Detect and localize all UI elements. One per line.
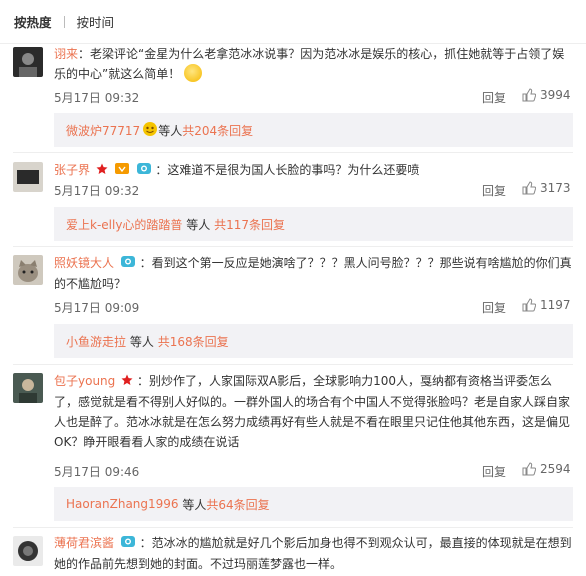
like-count: 2594 [540, 462, 571, 476]
divider [13, 364, 573, 365]
sort-by-time-tab[interactable]: 按时间 [77, 12, 115, 31]
thumbs-up-icon [522, 88, 536, 102]
reply-username[interactable]: 小鱼游走拉 [66, 333, 126, 350]
thumbs-up-icon [522, 181, 536, 195]
vip-badge-icon [114, 161, 130, 181]
comment-body: ：这难道不是很为国人长脸的事吗？为什么还要喷 [155, 163, 420, 177]
like-count: 3994 [540, 88, 571, 102]
reply-summary: 小鱼游走拉 等人 共168条回复 [54, 324, 573, 358]
reply-username[interactable]: 微波炉77717 [66, 122, 140, 139]
reply-username[interactable]: 爱上k-elly心的踏踏普 [66, 216, 182, 233]
thumbs-up-icon [522, 462, 536, 476]
comment-date: 5月17日 09:32 [54, 91, 140, 105]
camera-badge-icon [136, 161, 152, 181]
avatar[interactable] [13, 373, 43, 403]
avatar[interactable] [13, 47, 43, 77]
comment-date: 5月17日 09:46 [54, 465, 140, 479]
like-button[interactable]: 3173 [522, 181, 571, 195]
red-star-badge-icon [96, 161, 108, 181]
avatar[interactable] [13, 162, 43, 192]
user-avatar-icon [13, 373, 43, 403]
reply-summary: 微波炉77717 等人 共204条回复 [54, 113, 573, 147]
comment-username[interactable]: 薄荷君滨酱 [54, 536, 114, 550]
like-button[interactable]: 1197 [522, 298, 571, 312]
reply-button[interactable]: 回复 [482, 182, 506, 199]
reply-summary: 爱上k-elly心的踏踏普 等人 共117条回复 [54, 207, 573, 241]
view-replies-link[interactable]: 共117条回复 [214, 216, 285, 233]
like-button[interactable]: 2594 [522, 462, 571, 476]
camera-badge-icon [120, 534, 136, 554]
avatar[interactable] [13, 536, 43, 566]
red-star-badge-icon [121, 372, 133, 392]
comment-username[interactable]: 诩来 [54, 47, 78, 61]
like-count: 1197 [540, 298, 571, 312]
view-replies-link[interactable]: 共64条回复 [206, 496, 269, 513]
reply-button[interactable]: 回复 [482, 89, 506, 106]
reply-others: 等人 [186, 217, 211, 232]
camera-badge-icon [120, 254, 136, 274]
divider [13, 527, 573, 528]
like-button[interactable]: 3994 [522, 88, 571, 102]
reply-others: 等人 [182, 497, 207, 512]
comment-username[interactable]: 照妖镜大人 [54, 256, 114, 270]
comment-text: 薄荷君滨酱 ：范冰冰的尴尬就是好几个影后加身也得不到观众认可，最直接的体现就是在… [54, 533, 574, 574]
emoji-icon [142, 121, 158, 140]
comment-username[interactable]: 张子界 [54, 163, 90, 177]
comment-text: 张子界 ：这难道不是很为国人长脸的事吗？为什么还要喷 [54, 160, 574, 181]
reply-username[interactable]: HaoranZhang1996 [66, 497, 179, 511]
reply-button[interactable]: 回复 [482, 299, 506, 316]
comment-date: 5月17日 09:09 [54, 301, 140, 315]
divider [13, 152, 573, 153]
view-replies-link[interactable]: 共204条回复 [182, 122, 253, 139]
comment-body: ：老梁评论“金星为什么老拿范冰冰说事？因为范冰冰是娱乐的核心，抓住她就等于占领了… [54, 47, 565, 81]
user-avatar-icon [13, 162, 43, 192]
like-count: 3173 [540, 181, 571, 195]
avatar[interactable] [13, 255, 43, 285]
comment-text: 照妖镜大人 ：看到这个第一反应是她演啥了？？？黑人问号脸？？？那些说有啥尴尬的你… [54, 253, 574, 294]
thumbs-up-icon [522, 298, 536, 312]
comment-text: 诩来：老梁评论“金星为什么老拿范冰冰说事？因为范冰冰是娱乐的核心，抓住她就等于占… [54, 44, 574, 84]
view-replies-link[interactable]: 共168条回复 [158, 333, 229, 350]
comment-text: 包子young ：别炒作了，人家国际双A影后，全球影响力100人，戛纳都有资格当… [54, 371, 574, 452]
divider [13, 246, 573, 247]
reply-others: 等人 [129, 334, 154, 349]
grin-emoji-icon [184, 64, 203, 82]
comment-username[interactable]: 包子young [54, 374, 115, 388]
user-avatar-icon [13, 536, 43, 566]
sort-bar: 按热度 按时间 [0, 0, 586, 44]
reply-summary: HaoranZhang1996 等人 共64条回复 [54, 487, 573, 521]
comment-date: 5月17日 09:32 [54, 184, 140, 198]
user-avatar-icon [13, 47, 43, 77]
cat-avatar-icon [13, 255, 43, 285]
sort-by-hot-tab[interactable]: 按热度 [14, 12, 52, 31]
reply-button[interactable]: 回复 [482, 463, 506, 480]
sort-divider [63, 15, 65, 28]
reply-others: 等人 [158, 123, 183, 138]
